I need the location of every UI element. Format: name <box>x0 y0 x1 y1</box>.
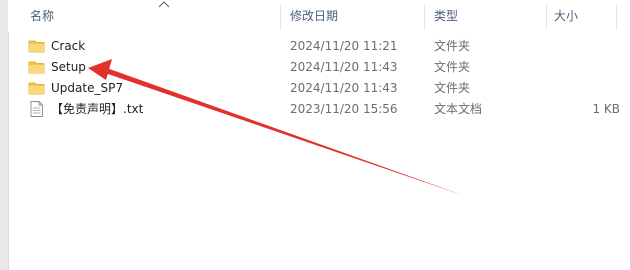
column-divider[interactable] <box>616 4 617 30</box>
file-explorer: 名称 修改日期 类型 大小 Crack 2024/11/20 11:21 文件夹 <box>0 0 630 270</box>
folder-icon <box>28 80 46 96</box>
column-header-name[interactable]: 名称 <box>30 0 54 32</box>
modified-date: 2024/11/20 11:21 <box>290 39 398 53</box>
modified-date: 2024/11/20 11:43 <box>290 81 398 95</box>
file-name[interactable]: Setup <box>51 57 86 78</box>
file-name[interactable]: Update_SP7 <box>51 78 123 99</box>
folder-icon <box>28 38 46 54</box>
column-divider[interactable] <box>546 4 547 30</box>
name-cell: Crack <box>28 36 288 57</box>
file-type: 文本文档 <box>434 102 483 116</box>
file-row-disclaimer[interactable]: 【免责声明】.txt 2023/11/20 15:56 文本文档 1 KB <box>8 99 630 120</box>
name-cell: 【免责声明】.txt <box>28 99 288 120</box>
column-divider[interactable] <box>280 4 281 30</box>
file-size: 1 KB <box>592 102 620 116</box>
column-header-type[interactable]: 类型 <box>434 0 458 32</box>
modified-date: 2024/11/20 11:43 <box>290 60 398 74</box>
file-name[interactable]: Crack <box>51 36 85 57</box>
column-divider[interactable] <box>424 4 425 30</box>
name-cell: Update_SP7 <box>28 78 288 99</box>
file-list: Crack 2024/11/20 11:21 文件夹 Setup 2024/11… <box>8 36 630 120</box>
file-row-setup[interactable]: Setup 2024/11/20 11:43 文件夹 <box>8 57 630 78</box>
file-type: 文件夹 <box>434 39 471 53</box>
column-header-date[interactable]: 修改日期 <box>290 0 338 32</box>
file-row-update-sp7[interactable]: Update_SP7 2024/11/20 11:43 文件夹 <box>8 78 630 99</box>
file-row-crack[interactable]: Crack 2024/11/20 11:21 文件夹 <box>8 36 630 57</box>
column-header-size[interactable]: 大小 <box>554 0 578 32</box>
name-cell: Setup <box>28 57 288 78</box>
file-name[interactable]: 【免责声明】.txt <box>51 99 143 120</box>
file-type: 文件夹 <box>434 60 471 74</box>
column-header-bar: 名称 修改日期 类型 大小 <box>8 0 630 32</box>
folder-icon <box>28 59 46 75</box>
text-file-icon <box>28 101 46 117</box>
chevron-up-icon <box>158 0 170 12</box>
file-type: 文件夹 <box>434 81 471 95</box>
modified-date: 2023/11/20 15:56 <box>290 102 398 116</box>
